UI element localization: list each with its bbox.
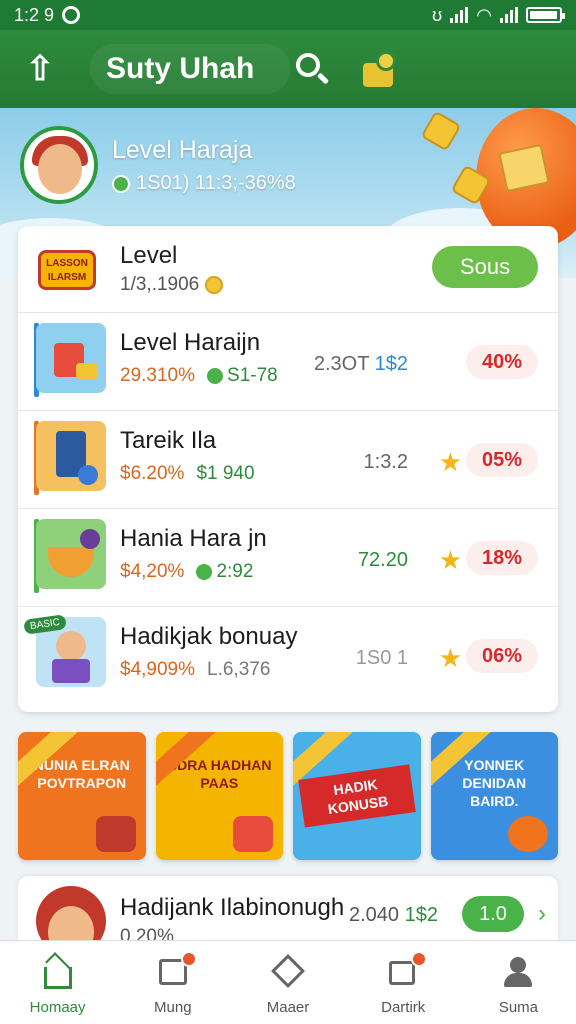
map-icon: [270, 954, 306, 989]
rewards-button[interactable]: [360, 49, 400, 89]
promo-card[interactable]: BDRA HADHAN PAAS: [155, 732, 283, 860]
item-title: Hania Hara jn: [120, 525, 267, 552]
banner-subtitle: 1S01) 11:3;-36%8: [112, 172, 296, 195]
promo-card[interactable]: YONNEK DENIDAN BAIRD.: [430, 732, 558, 860]
item-percent: 29.310%: [120, 365, 196, 386]
level-pill[interactable]: 1.0: [462, 896, 524, 932]
promo-image: [233, 816, 273, 852]
nav-item-edit[interactable]: Dartirk: [346, 941, 461, 1024]
star-icon: ★: [438, 447, 462, 477]
promo-card[interactable]: NUNIA ELRAN POVTRAPON: [18, 732, 146, 860]
item-percent: $4,909%: [120, 659, 196, 680]
item-thumbnail: [36, 421, 106, 491]
alarm-icon: [62, 6, 81, 24]
promo-text: BDRA HADHAN PAAS: [167, 757, 272, 791]
check-icon: [196, 564, 213, 580]
coin-icon: [205, 276, 224, 294]
app-bar: ⇧ Suty Uhah: [0, 30, 576, 108]
rate-badge: 40%: [466, 345, 538, 379]
list-item[interactable]: Hania Hara jn $4,20% 2:92 72.20 ★ 18%: [18, 508, 558, 606]
star-icon: ★: [438, 643, 462, 673]
list-item[interactable]: BASIC Hadikjak bonuay $4,909% L.6,376 1S0…: [18, 606, 558, 712]
check-icon: [207, 368, 224, 384]
promo-card[interactable]: HADIK KONUSB: [293, 732, 421, 860]
item-metric: 2.3OT 1$2: [313, 353, 408, 375]
back-button[interactable]: ⇧: [20, 49, 60, 89]
wifi-icon: ◠: [476, 4, 492, 25]
rate-badge: 18%: [466, 541, 538, 575]
item-metric: 2.040 1$2: [349, 904, 438, 926]
edit-icon: [385, 951, 428, 989]
banner-title: Level Haraja: [112, 136, 253, 164]
nav-item-news[interactable]: Mung: [115, 941, 230, 1024]
promo-text: HADIK KONUSB: [298, 764, 416, 828]
battery-icon: [526, 7, 565, 23]
item-percent: $4,20%: [120, 561, 185, 582]
signal-icon-2: [500, 7, 518, 23]
item-thumbnail: [36, 519, 106, 589]
item-title: Level Haraijn: [120, 329, 261, 356]
promo-text: YONNEK DENIDAN BAIRD.: [462, 757, 527, 809]
item-amount: 2:92: [196, 561, 253, 583]
item-amount: L.6,376: [207, 659, 271, 680]
list-item[interactable]: Level Haraijn 29.310% S1-78 2.3OT 1$2 40%: [18, 312, 558, 410]
promo-strip: NUNIA ELRAN POVTRAPON BDRA HADHAN PAAS H…: [18, 732, 558, 860]
item-amount: S1-78: [207, 365, 278, 387]
search-button[interactable]: [290, 47, 334, 91]
item-metric: 1:3.2: [363, 451, 408, 473]
level-list-card: LASSON ILARSM Level 1/3,.1906 Sous Level…: [18, 226, 558, 712]
news-icon: [155, 951, 197, 989]
sync-icon: ʊ: [432, 4, 443, 25]
chevron-right-icon[interactable]: ›: [538, 900, 546, 928]
item-title: Tareik Ila: [120, 427, 217, 454]
signal-icon: [450, 7, 469, 23]
search-icon: [296, 53, 320, 77]
promo-text: NUNIA ELRAN POVTRAPON: [33, 757, 130, 791]
promo-image: [508, 816, 548, 852]
item-thumbnail: [36, 323, 106, 393]
list-subtitle: 1/3,.1906: [120, 274, 224, 296]
home-icon: [40, 952, 76, 989]
star-icon: ★: [438, 545, 462, 575]
nav-item-profile[interactable]: Suma: [461, 941, 576, 1024]
home-arrow-icon: ⇧: [25, 50, 55, 88]
list-header: LASSON ILARSM Level 1/3,.1906 Sous: [18, 226, 558, 312]
list-title: Level: [120, 242, 178, 269]
item-metric: 72.20: [357, 549, 408, 571]
promo-image: [95, 816, 136, 852]
rate-badge: 05%: [466, 443, 538, 477]
status-time: 1:2 9: [14, 4, 55, 25]
coin-icon: [112, 174, 130, 193]
nav-item-map[interactable]: Maaer: [230, 941, 345, 1024]
brand-logo: LASSON ILARSM: [38, 250, 96, 290]
profile-icon: [500, 955, 536, 989]
list-item[interactable]: Tareik Ila $6.20% $1 940 1:3.2 ★ 05%: [18, 410, 558, 508]
item-percent: $6.20%: [120, 463, 185, 484]
sous-button[interactable]: Sous: [432, 246, 538, 288]
nav-item-home[interactable]: Homaay: [0, 941, 115, 1024]
item-amount: $1 940: [196, 463, 255, 484]
coin-icon: [420, 110, 462, 152]
item-title: Hadikjak bonuay: [120, 623, 298, 650]
item-metric: 1S0 1: [355, 647, 408, 669]
status-bar: 1:2 9 ʊ ◠: [0, 0, 576, 30]
bottom-nav: Homaay Mung Maaer Dartirk Suma: [0, 940, 576, 1024]
item-title: Hadijank Ilabinonugh: [120, 894, 345, 921]
avatar[interactable]: [20, 126, 98, 204]
rate-badge: 06%: [466, 639, 538, 673]
app-title: Suty Uhah: [90, 44, 290, 94]
